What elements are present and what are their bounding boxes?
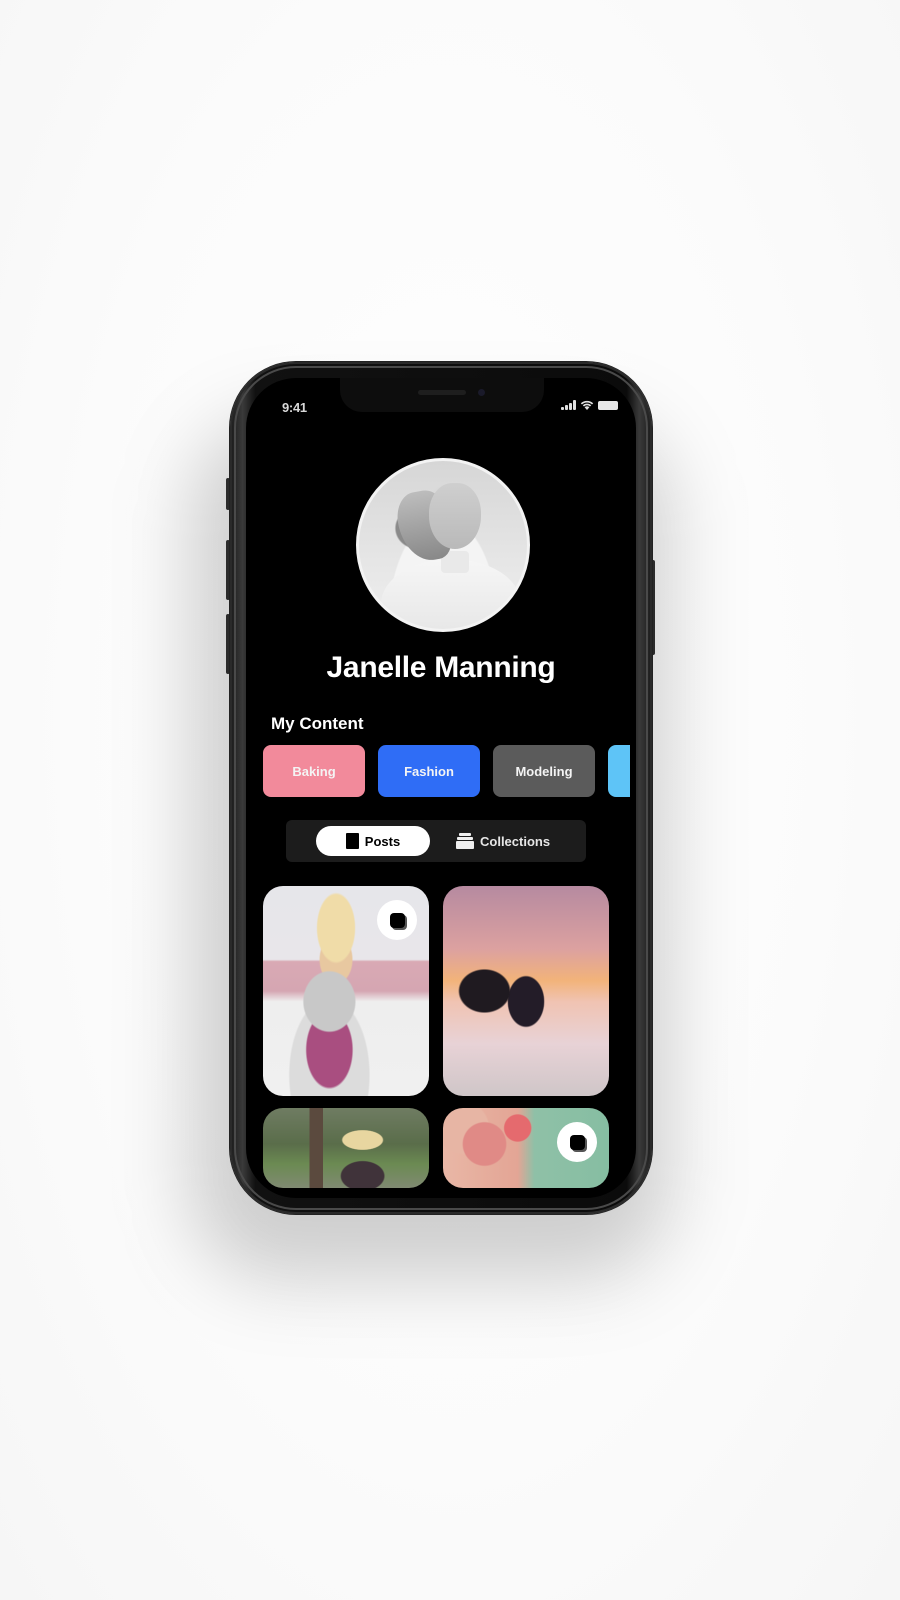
profile-name: Janelle Manning: [326, 651, 556, 684]
category-chip-modeling[interactable]: Modeling: [493, 745, 595, 797]
my-content-heading: My Content: [271, 714, 364, 733]
battery-icon: [598, 400, 618, 410]
multiple-items-icon: [389, 912, 405, 928]
post-thumbnail[interactable]: [443, 886, 609, 1096]
posts-collections-toggle: Posts Collections: [286, 820, 586, 862]
chip-label: Baking: [292, 763, 336, 779]
post-thumbnail[interactable]: [263, 886, 429, 1096]
chip-label: Fashion: [404, 763, 454, 779]
stack-icon: [456, 833, 474, 849]
tab-collections[interactable]: Collections: [456, 826, 550, 856]
multiple-items-badge: [377, 900, 417, 940]
phone-screen: 9:41 Janelle Manning My Content Baking F…: [246, 378, 636, 1198]
category-chip-fashion[interactable]: Fashion: [378, 745, 480, 797]
avatar-face: [429, 483, 481, 549]
status-icons: [561, 400, 618, 410]
post-thumbnail[interactable]: [443, 1108, 609, 1188]
tab-posts[interactable]: Posts: [316, 826, 430, 856]
category-chip-baking[interactable]: Baking: [263, 745, 365, 797]
multiple-items-badge: [557, 1122, 597, 1162]
wifi-icon: [580, 400, 594, 410]
speaker-grille: [418, 390, 466, 395]
cellular-signal-icon: [561, 400, 576, 410]
profile-avatar[interactable]: [356, 458, 530, 632]
notch: [340, 378, 544, 412]
category-chip-more[interactable]: [608, 745, 630, 797]
post-thumbnail[interactable]: [263, 1108, 429, 1188]
tab-collections-label: Collections: [480, 833, 551, 849]
tab-posts-label: Posts: [364, 833, 401, 849]
chip-label: Modeling: [515, 763, 573, 779]
status-time: 9:41: [282, 400, 307, 415]
single-post-icon: [345, 833, 359, 849]
multiple-items-icon: [569, 1134, 585, 1150]
front-camera: [478, 389, 485, 396]
category-chips: Baking Fashion Modeling: [263, 745, 630, 797]
